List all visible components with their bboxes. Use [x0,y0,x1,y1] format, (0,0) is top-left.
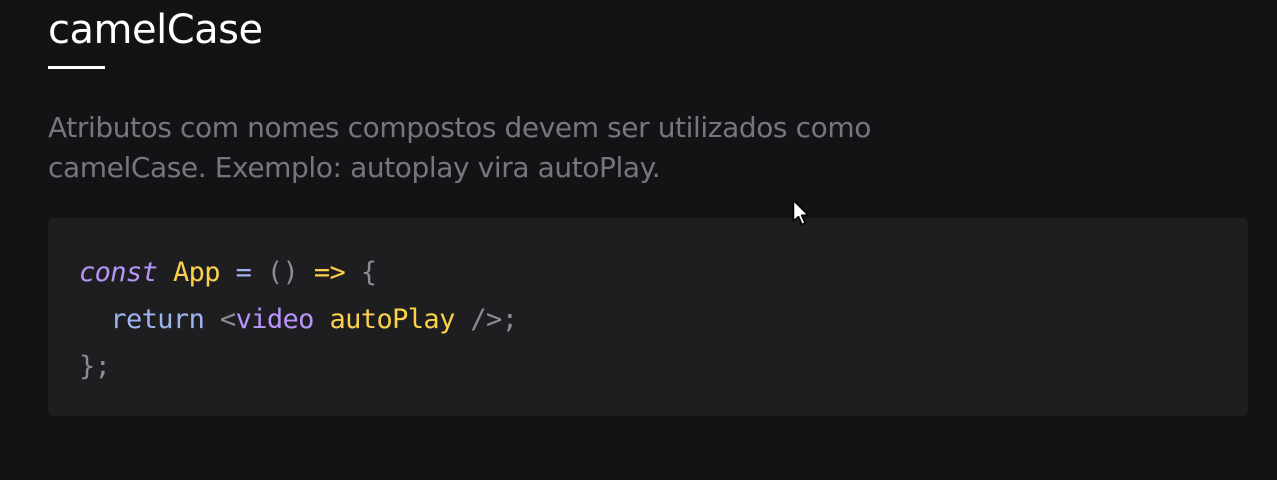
code-line-3: }; [79,351,111,382]
code-line-2: return <video autoPlay />; [79,304,518,335]
code-parens: () [266,257,299,288]
section-description: Atributos com nomes compostos devem ser … [48,111,871,184]
code-keyword-const: const [79,257,158,288]
code-line-1: const App = () => { [79,257,377,288]
code-tag-close: /> [470,304,502,335]
code-component-name: App [172,257,221,288]
code-attribute: autoPlay [329,304,456,335]
code-tag-name: video [235,304,315,335]
title-underline [48,66,105,69]
code-block: const App = () => { return <video autoPl… [48,218,1248,416]
code-keyword-return: return [110,304,205,335]
section-title: camelCase [48,7,263,53]
code-equals: = [235,257,252,288]
mouse-pointer-icon [792,199,809,226]
code-brace-close: } [79,351,95,382]
code-tag-open: < [219,304,236,335]
code-semicolon-end: ; [94,351,111,382]
code-brace-open: { [360,257,377,288]
code-semicolon: ; [501,304,518,335]
code-arrow: => [313,257,346,288]
code-content: const App = () => { return <video autoPl… [79,249,518,390]
